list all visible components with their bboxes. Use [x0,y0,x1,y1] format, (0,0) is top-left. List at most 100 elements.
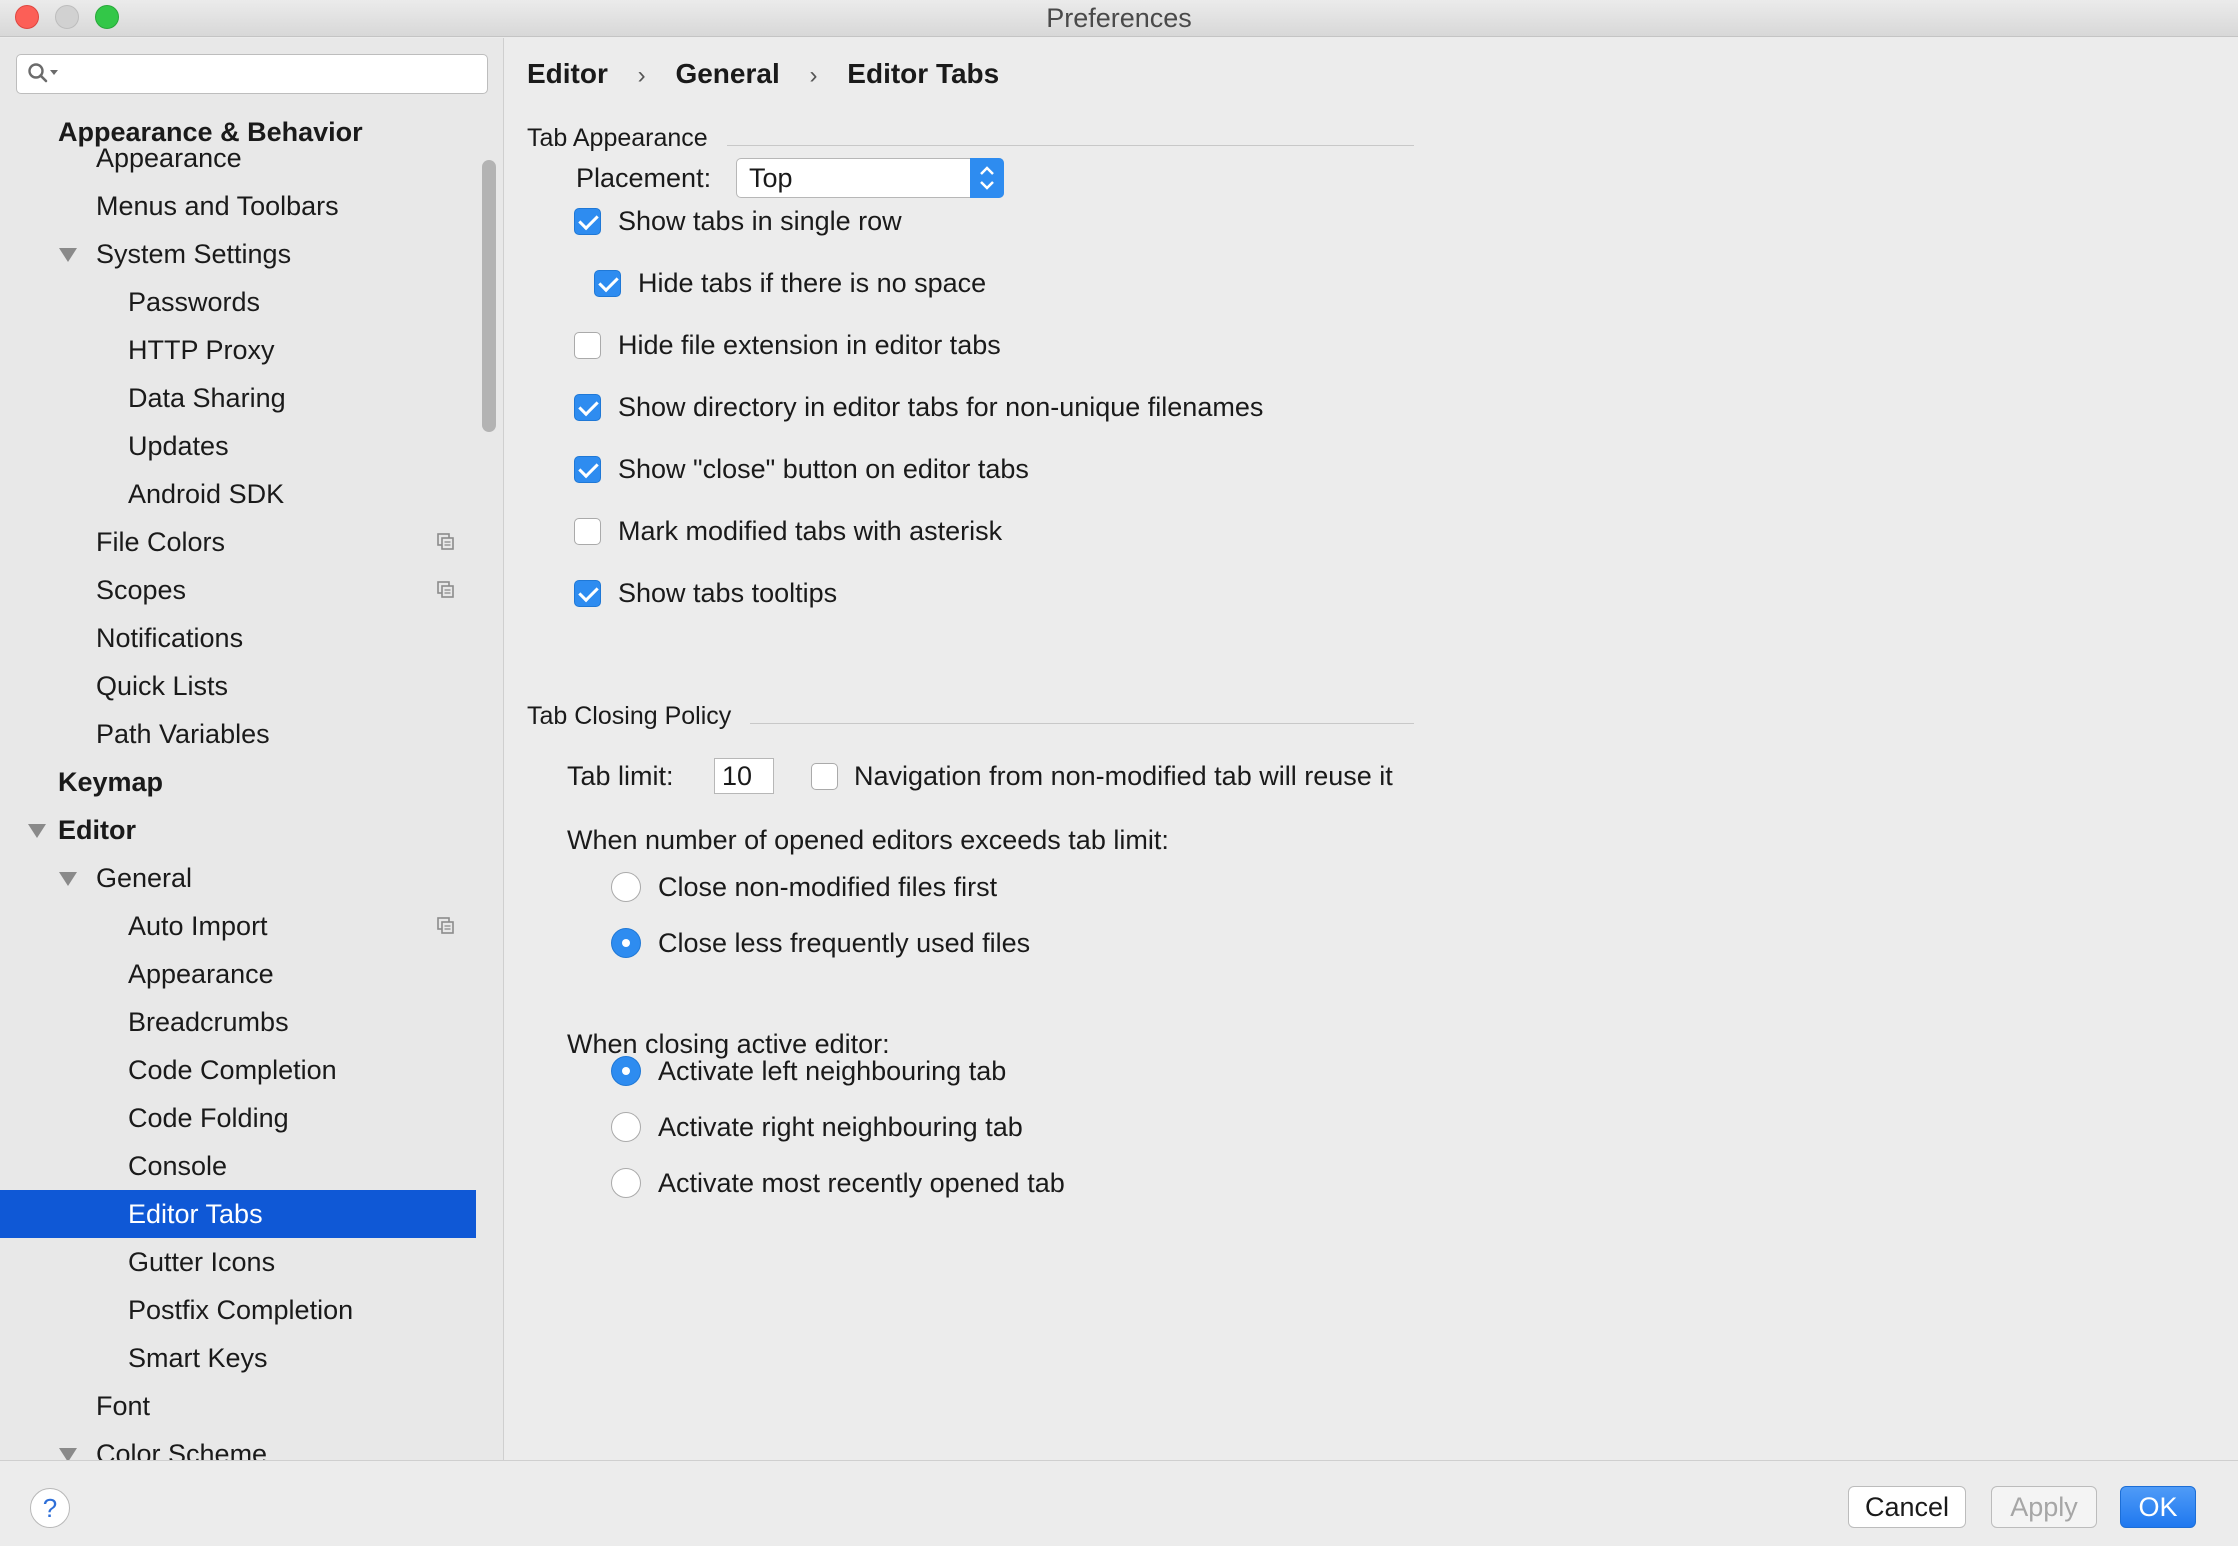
option-label[interactable]: Show directory in editor tabs for non-un… [618,387,1263,427]
dialog-footer: ? Cancel Apply OK [0,1460,2238,1546]
expand-triangle-icon[interactable] [28,824,46,838]
sidebar-item[interactable]: Updates [0,422,476,470]
sidebar-item[interactable]: Smart Keys [0,1334,476,1382]
sidebar-scrollbar[interactable] [476,108,502,1460]
search-icon [28,63,58,83]
sidebar-item[interactable]: Color Scheme [0,1430,476,1460]
sidebar-item[interactable]: Keymap [0,758,476,806]
cancel-button[interactable]: Cancel [1848,1486,1966,1528]
sidebar-item[interactable]: Appearance [0,134,476,182]
sidebar-item[interactable]: Path Variables [0,710,476,758]
ok-button[interactable]: OK [2120,1486,2196,1528]
sidebar-item[interactable]: Menus and Toolbars [0,182,476,230]
exceeds-limit-label: When number of opened editors exceeds ta… [567,825,1169,855]
sidebar-item-label: Appearance [96,143,242,173]
settings-content: Editor › General › Editor Tabs Tab Appea… [505,38,2238,1460]
settings-sidebar: Appearance & Behavior Appearance Menus and… [0,38,504,1460]
option-label[interactable]: Mark modified tabs with asterisk [618,511,1002,551]
option-checkbox[interactable] [574,332,601,359]
sidebar-item[interactable]: Android SDK [0,470,476,518]
option-checkbox[interactable] [574,394,601,421]
option-radio[interactable] [611,1112,641,1142]
option-checkbox[interactable] [574,208,601,235]
placement-select[interactable]: Top [736,158,1004,198]
sidebar-item[interactable]: Auto Import [0,902,476,950]
sidebar-item[interactable]: Breadcrumbs [0,998,476,1046]
sidebar-item-label: HTTP Proxy [128,335,275,365]
sidebar-item-label: Updates [128,431,229,461]
option-radio[interactable] [611,928,641,958]
sidebar-item[interactable]: Quick Lists [0,662,476,710]
option-radio[interactable] [611,872,641,902]
sidebar-item-label: Breadcrumbs [128,1007,289,1037]
radio-label[interactable]: Activate right neighbouring tab [658,1107,1023,1147]
breadcrumb-item-general[interactable]: General [675,58,779,90]
apply-button[interactable]: Apply [1991,1486,2097,1528]
sidebar-item[interactable]: Scopes [0,566,476,614]
option-label[interactable]: Show tabs tooltips [618,573,837,613]
radio-label[interactable]: Activate left neighbouring tab [658,1051,1006,1091]
sidebar-item-label: General [96,863,193,893]
sidebar-item[interactable]: Passwords [0,278,476,326]
sidebar-item[interactable]: General [0,854,476,902]
sidebar-item[interactable]: Notifications [0,614,476,662]
sidebar-item[interactable]: Code Completion [0,1046,476,1094]
option-checkbox[interactable] [574,518,601,545]
tab-limit-input[interactable]: 10 [714,758,774,794]
sidebar-scrollbar-thumb[interactable] [482,160,496,432]
group-divider [750,723,1414,724]
sidebar-item[interactable]: Postfix Completion [0,1286,476,1334]
expand-triangle-icon[interactable] [59,248,77,262]
option-radio[interactable] [611,1056,641,1086]
option-checkbox[interactable] [594,270,621,297]
sidebar-item-label: Smart Keys [128,1343,268,1373]
reuse-tab-checkbox[interactable] [811,763,838,790]
placement-label: Placement: [576,163,712,193]
option-label[interactable]: Show tabs in single row [618,201,902,241]
sidebar-item[interactable]: Data Sharing [0,374,476,422]
option-label[interactable]: Show "close" button on editor tabs [618,449,1029,489]
expand-triangle-icon[interactable] [59,1448,77,1460]
breadcrumb-item-editor[interactable]: Editor [527,58,608,90]
sidebar-item[interactable]: Console [0,1142,476,1190]
group-divider [727,145,1414,146]
radio-label[interactable]: Close non-modified files first [658,867,997,907]
radio-label[interactable]: Close less frequently used files [658,923,1030,963]
window-title: Preferences [1046,3,1192,33]
sidebar-item[interactable]: Appearance [0,950,476,998]
expand-triangle-icon[interactable] [59,872,77,886]
sidebar-item-label: Font [96,1391,151,1421]
option-checkbox[interactable] [574,580,601,607]
search-input[interactable] [16,54,488,94]
option-radio[interactable] [611,1168,641,1198]
reuse-tab-label[interactable]: Navigation from non-modified tab will re… [854,756,1393,796]
sidebar-item-label: Auto Import [128,911,268,941]
sidebar-item-label: Quick Lists [96,671,229,701]
sidebar-item[interactable]: System Settings [0,230,476,278]
sidebar-item[interactable]: Code Folding [0,1094,476,1142]
sidebar-item-label: Gutter Icons [128,1247,276,1277]
sidebar-item-label: Postfix Completion [128,1295,354,1325]
help-button[interactable]: ? [30,1488,70,1528]
sidebar-item-label: Code Completion [128,1055,337,1085]
option-checkbox[interactable] [574,456,601,483]
sidebar-item-label: Passwords [128,287,261,317]
sidebar-item[interactable]: Font [0,1382,476,1430]
sidebar-item-label: Data Sharing [128,383,286,413]
sidebar-item[interactable]: File Colors [0,518,476,566]
breadcrumb-separator-icon: › [809,62,818,89]
updown-chevron-icon [970,158,1004,198]
tab-closing-policy-title: Tab Closing Policy [527,702,732,730]
tab-limit-label: Tab limit: [567,761,674,791]
sidebar-item[interactable]: Editor Tabs [0,1190,476,1238]
option-label[interactable]: Hide file extension in editor tabs [618,325,1001,365]
sidebar-item[interactable]: HTTP Proxy [0,326,476,374]
radio-label[interactable]: Activate most recently opened tab [658,1163,1065,1203]
sidebar-item[interactable]: Gutter Icons [0,1238,476,1286]
option-label[interactable]: Hide tabs if there is no space [638,263,986,303]
sidebar-item-label: Path Variables [96,719,270,749]
sidebar-item-label: System Settings [96,239,292,269]
placement-value: Top [749,163,793,193]
breadcrumb: Editor › General › Editor Tabs [527,58,999,90]
sidebar-item[interactable]: Editor [0,806,476,854]
